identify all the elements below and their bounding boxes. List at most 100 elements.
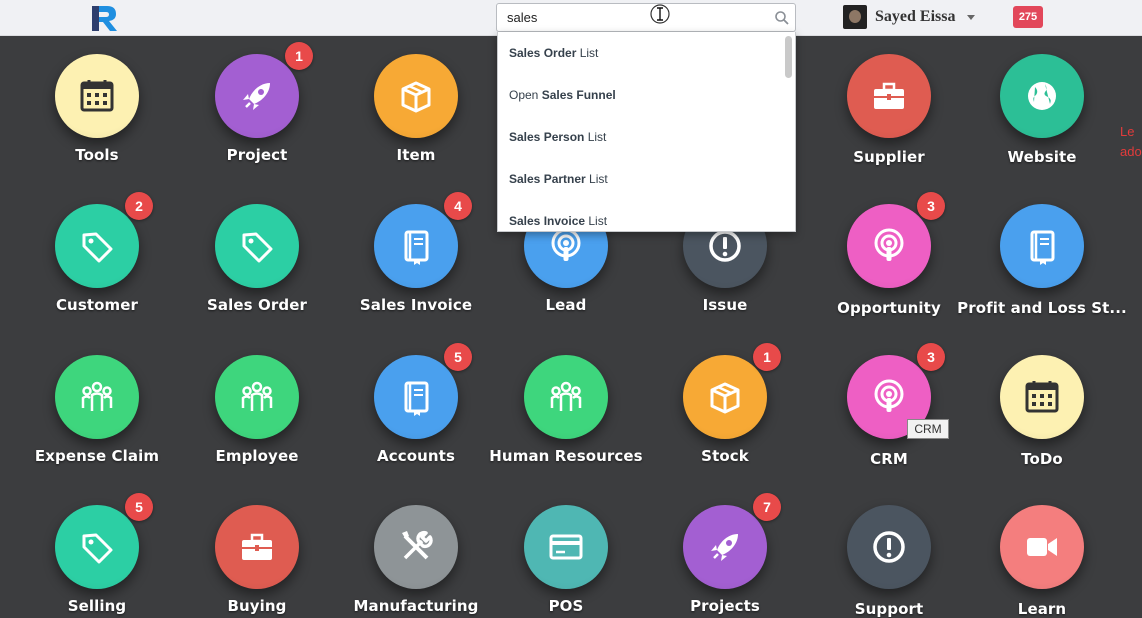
app-label[interactable]: Support bbox=[804, 600, 974, 618]
chevron-down-icon[interactable] bbox=[967, 14, 976, 20]
app-label[interactable]: Sales Order bbox=[172, 296, 342, 314]
app-icon-circle[interactable] bbox=[215, 505, 299, 589]
app-tile-projects[interactable]: Projects 7 bbox=[640, 493, 810, 618]
app-tile-support[interactable]: Support bbox=[804, 505, 974, 618]
app-icon-circle[interactable] bbox=[847, 204, 931, 288]
app-tile-supplier[interactable]: Supplier bbox=[804, 54, 974, 174]
avatar[interactable] bbox=[843, 5, 867, 29]
app-icon-circle[interactable] bbox=[1000, 355, 1084, 439]
app-icon-circle[interactable] bbox=[1000, 204, 1084, 288]
count-badge: 1 bbox=[285, 42, 313, 70]
suggestion-item[interactable]: Sales Partner List bbox=[498, 158, 795, 200]
app-label[interactable]: Employee bbox=[172, 447, 342, 465]
app-icon-circle[interactable] bbox=[524, 355, 608, 439]
user-name[interactable]: Sayed Eissa bbox=[875, 8, 955, 26]
app-icon-circle[interactable] bbox=[683, 505, 767, 589]
app-label[interactable]: Accounts bbox=[331, 447, 501, 465]
search-icon[interactable] bbox=[774, 10, 790, 26]
app-label[interactable]: Expense Claim bbox=[12, 447, 182, 465]
app-tile-sales-invoice[interactable]: Sales Invoice 4 bbox=[331, 192, 501, 324]
app-icon-circle[interactable] bbox=[847, 505, 931, 589]
suggestion-item[interactable]: Sales Person List bbox=[498, 116, 795, 158]
app-icon-circle[interactable] bbox=[374, 355, 458, 439]
app-label[interactable]: Stock bbox=[640, 447, 810, 465]
app-label[interactable]: Projects bbox=[640, 597, 810, 615]
suggestion-item[interactable]: Sales Order List bbox=[498, 32, 795, 74]
app-label[interactable]: POS bbox=[481, 597, 651, 615]
calendar-icon bbox=[1025, 381, 1059, 413]
app-tile-opportunity[interactable]: Opportunity 3 bbox=[804, 192, 974, 324]
count-badge: 4 bbox=[444, 192, 472, 220]
app-tile-employee[interactable]: Employee bbox=[172, 355, 342, 475]
app-label[interactable]: Manufacturing bbox=[331, 597, 501, 615]
app-icon-circle[interactable] bbox=[215, 355, 299, 439]
podcast-icon bbox=[874, 379, 904, 412]
app-label[interactable]: Customer bbox=[12, 296, 182, 314]
app-tile-learn[interactable]: Learn bbox=[957, 505, 1127, 618]
app-icon-circle[interactable] bbox=[1000, 505, 1084, 589]
podcast-icon bbox=[874, 228, 904, 261]
app-label[interactable]: Lead bbox=[481, 296, 651, 314]
app-tile-selling[interactable]: Selling 5 bbox=[12, 493, 182, 618]
app-icon-circle[interactable] bbox=[55, 204, 139, 288]
people-icon bbox=[241, 381, 273, 411]
app-label[interactable]: Issue bbox=[640, 296, 810, 314]
app-tile-accounts[interactable]: Accounts 5 bbox=[331, 343, 501, 475]
tag-icon bbox=[242, 232, 273, 263]
suggestion-item[interactable]: Sales Invoice List bbox=[498, 200, 795, 231]
app-icon-circle[interactable] bbox=[55, 355, 139, 439]
dropdown-scrollbar[interactable] bbox=[785, 36, 792, 78]
app-label[interactable]: Opportunity bbox=[804, 299, 974, 317]
app-label[interactable]: Human Resources bbox=[481, 447, 651, 465]
app-tile-website[interactable]: Website bbox=[957, 54, 1127, 174]
tools-icon bbox=[402, 530, 433, 560]
app-label[interactable]: Selling bbox=[12, 597, 182, 615]
app-tile-project[interactable]: Project 1 bbox=[172, 42, 342, 174]
app-label[interactable]: Item bbox=[331, 146, 501, 164]
app-tile-stock[interactable]: Stock 1 bbox=[640, 343, 810, 475]
book-icon bbox=[1030, 230, 1055, 265]
app-icon-circle[interactable] bbox=[524, 505, 608, 589]
user-menu[interactable]: Sayed Eissa bbox=[843, 4, 976, 30]
app-tile-customer[interactable]: Customer 2 bbox=[12, 192, 182, 324]
app-tile-tools[interactable]: Tools bbox=[12, 54, 182, 174]
app-label[interactable]: ToDo bbox=[957, 450, 1127, 468]
app-tile-pos[interactable]: POS bbox=[481, 505, 651, 618]
app-tile-sales-order[interactable]: Sales Order bbox=[172, 204, 342, 324]
notification-count-badge[interactable]: 275 bbox=[1013, 6, 1043, 28]
app-icon-circle[interactable] bbox=[1000, 54, 1084, 138]
app-label[interactable]: Website bbox=[957, 148, 1127, 166]
search-box[interactable] bbox=[496, 3, 796, 32]
app-label[interactable]: Buying bbox=[172, 597, 342, 615]
app-tile-profit-and-loss-st[interactable]: Profit and Loss St... bbox=[957, 204, 1127, 324]
app-tile-crm[interactable]: CRM 3 bbox=[804, 343, 974, 475]
app-icon-circle[interactable] bbox=[215, 54, 299, 138]
app-icon-circle[interactable] bbox=[374, 54, 458, 138]
app-tile-buying[interactable]: Buying bbox=[172, 505, 342, 618]
app-label[interactable]: CRM bbox=[804, 450, 974, 468]
app-icon-circle[interactable] bbox=[55, 505, 139, 589]
app-icon-circle[interactable] bbox=[683, 355, 767, 439]
app-label[interactable]: Sales Invoice bbox=[331, 296, 501, 314]
suggestion-item[interactable]: Open Sales Funnel bbox=[498, 74, 795, 116]
app-tile-manufacturing[interactable]: Manufacturing bbox=[331, 505, 501, 618]
app-label[interactable]: Supplier bbox=[804, 148, 974, 166]
app-logo[interactable] bbox=[89, 4, 119, 32]
app-tile-item[interactable]: Item bbox=[331, 54, 501, 174]
app-icon-circle[interactable] bbox=[374, 204, 458, 288]
app-tile-expense-claim[interactable]: Expense Claim bbox=[12, 355, 182, 475]
app-label[interactable]: Learn bbox=[957, 600, 1127, 618]
app-tile-todo[interactable]: ToDo bbox=[957, 355, 1127, 475]
app-icon-circle[interactable] bbox=[55, 54, 139, 138]
app-label[interactable]: Project bbox=[172, 146, 342, 164]
app-icon-circle[interactable] bbox=[374, 505, 458, 589]
app-tile-human-resources[interactable]: Human Resources bbox=[481, 355, 651, 475]
app-label[interactable]: Profit and Loss St... bbox=[957, 299, 1127, 317]
people-icon bbox=[550, 381, 582, 411]
app-icon-circle[interactable] bbox=[215, 204, 299, 288]
exclaim-icon bbox=[873, 531, 905, 563]
app-label[interactable]: Tools bbox=[12, 146, 182, 164]
count-badge: 3 bbox=[917, 343, 945, 371]
search-input[interactable] bbox=[497, 4, 767, 31]
app-icon-circle[interactable] bbox=[847, 54, 931, 138]
